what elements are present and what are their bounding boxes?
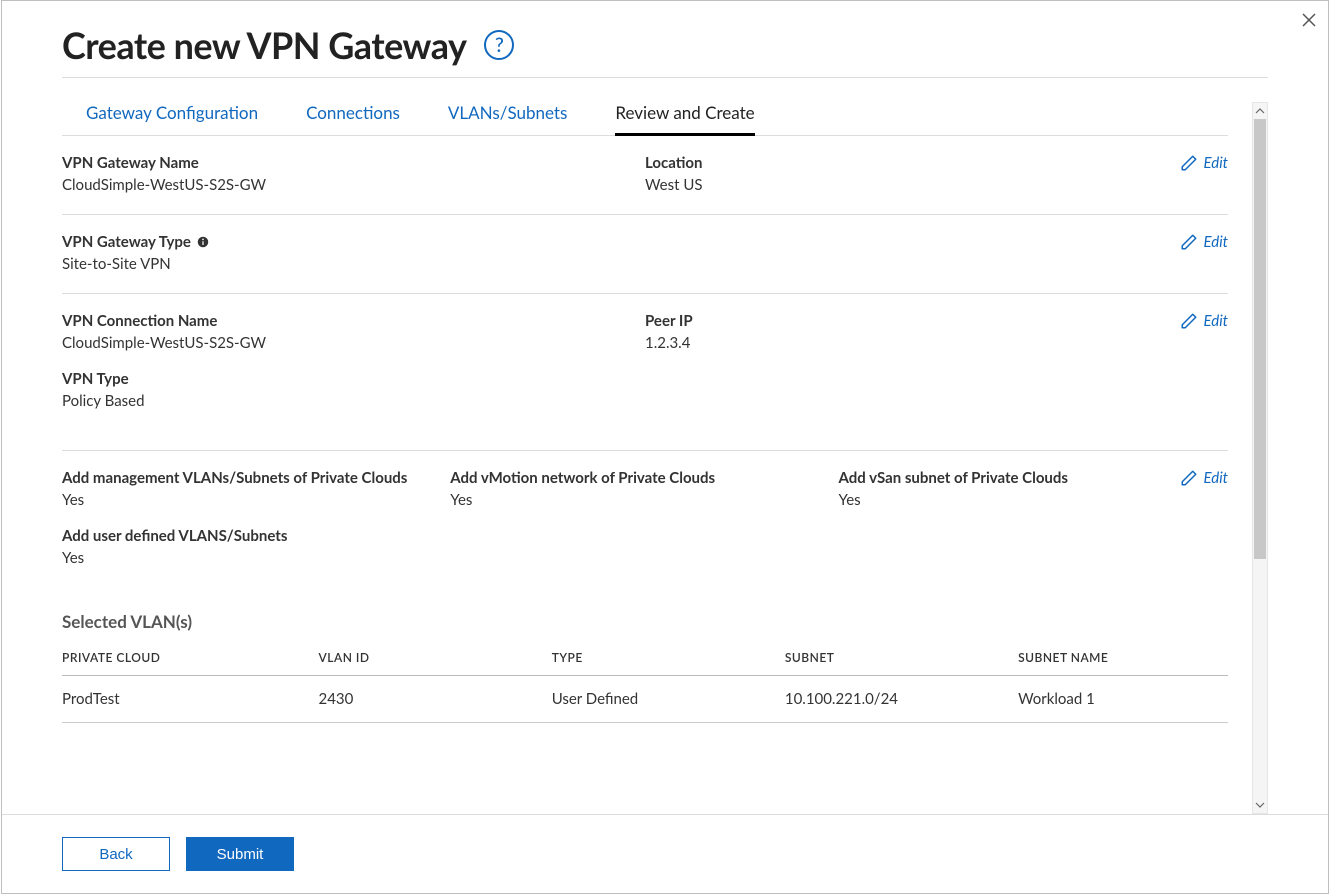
pencil-icon — [1180, 154, 1198, 172]
location-value: West US — [645, 176, 1218, 194]
back-button[interactable]: Back — [62, 837, 170, 871]
submit-button[interactable]: Submit — [186, 837, 294, 871]
tab-vlans-subnets[interactable]: VLANs/Subnets — [448, 102, 567, 136]
vmotion-label: Add vMotion network of Private Clouds — [450, 469, 828, 487]
pencil-icon — [1180, 233, 1198, 251]
help-icon[interactable]: ? — [484, 30, 514, 60]
dialog-frame: Create new VPN Gateway ? Gateway Configu… — [1, 0, 1329, 894]
vpn-connection-name-label: VPN Connection Name — [62, 312, 635, 330]
vpn-gateway-name-label: VPN Gateway Name — [62, 154, 635, 172]
table-row: ProdTest 2430 User Defined 10.100.221.0/… — [62, 676, 1228, 723]
vpn-gateway-type-value: Site-to-Site VPN — [62, 255, 1218, 273]
cell-private-cloud: ProdTest — [62, 676, 319, 723]
page-title: Create new VPN Gateway — [62, 23, 466, 67]
col-type: TYPE — [552, 650, 785, 676]
col-vlan-id: VLAN ID — [319, 650, 552, 676]
header: Create new VPN Gateway ? — [62, 23, 1268, 78]
edit-connection-link[interactable]: Edit — [1180, 312, 1228, 330]
scroll-down-icon[interactable] — [1253, 797, 1267, 813]
connection-section: VPN Connection Name CloudSimple-WestUS-S… — [62, 294, 1228, 451]
mgmt-vlans-label: Add management VLANs/Subnets of Private … — [62, 469, 420, 487]
cell-type: User Defined — [552, 676, 785, 723]
pencil-icon — [1180, 312, 1198, 330]
footer: Back Submit — [2, 814, 1328, 893]
vsan-value: Yes — [839, 491, 1217, 509]
vpn-type-value: Policy Based — [62, 392, 1218, 410]
col-private-cloud: PRIVATE CLOUD — [62, 650, 319, 676]
col-subnet-name: SUBNET NAME — [1018, 650, 1228, 676]
cell-subnet-name: Workload 1 — [1018, 676, 1228, 723]
scrollbar[interactable] — [1252, 102, 1268, 814]
gateway-summary-section: VPN Gateway Name CloudSimple-WestUS-S2S-… — [62, 136, 1228, 215]
scrollbar-thumb[interactable] — [1254, 119, 1266, 559]
vsan-label: Add vSan subnet of Private Clouds — [839, 469, 1217, 487]
edit-vlans-link[interactable]: Edit — [1180, 469, 1228, 487]
location-label: Location — [645, 154, 1218, 172]
selected-vlans-table: PRIVATE CLOUD VLAN ID TYPE SUBNET SUBNET… — [62, 650, 1228, 723]
cell-vlan-id: 2430 — [319, 676, 552, 723]
user-vlans-label: Add user defined VLANS/Subnets — [62, 527, 1218, 545]
edit-label: Edit — [1204, 154, 1228, 172]
peer-ip-value: 1.2.3.4 — [645, 334, 1218, 352]
cell-subnet: 10.100.221.0/24 — [785, 676, 1018, 723]
edit-label: Edit — [1204, 469, 1228, 487]
vpn-gateway-name-value: CloudSimple-WestUS-S2S-GW — [62, 176, 635, 194]
tab-connections[interactable]: Connections — [306, 102, 400, 136]
tab-review-and-create[interactable]: Review and Create — [615, 102, 754, 136]
vpn-type-label: VPN Type — [62, 370, 1218, 388]
col-subnet: SUBNET — [785, 650, 1018, 676]
vpn-connection-name-value: CloudSimple-WestUS-S2S-GW — [62, 334, 635, 352]
edit-label: Edit — [1204, 233, 1228, 251]
pencil-icon — [1180, 469, 1198, 487]
tab-gateway-configuration[interactable]: Gateway Configuration — [86, 102, 258, 136]
tabs: Gateway Configuration Connections VLANs/… — [62, 102, 1228, 136]
vmotion-value: Yes — [450, 491, 828, 509]
peer-ip-label: Peer IP — [645, 312, 1218, 330]
info-icon[interactable] — [197, 236, 209, 248]
edit-type-link[interactable]: Edit — [1180, 233, 1228, 251]
scroll-up-icon[interactable] — [1253, 103, 1267, 119]
close-icon[interactable] — [1300, 11, 1318, 33]
edit-label: Edit — [1204, 312, 1228, 330]
vlans-config-section: Add management VLANs/Subnets of Private … — [62, 451, 1228, 587]
vpn-gateway-type-label: VPN Gateway Type — [62, 233, 1218, 251]
mgmt-vlans-value: Yes — [62, 491, 420, 509]
edit-gateway-link[interactable]: Edit — [1180, 154, 1228, 172]
user-vlans-value: Yes — [62, 549, 1218, 567]
gateway-type-section: VPN Gateway Type Site-to-Site VPN Edit — [62, 215, 1228, 294]
selected-vlans-title: Selected VLAN(s) — [62, 611, 1228, 632]
